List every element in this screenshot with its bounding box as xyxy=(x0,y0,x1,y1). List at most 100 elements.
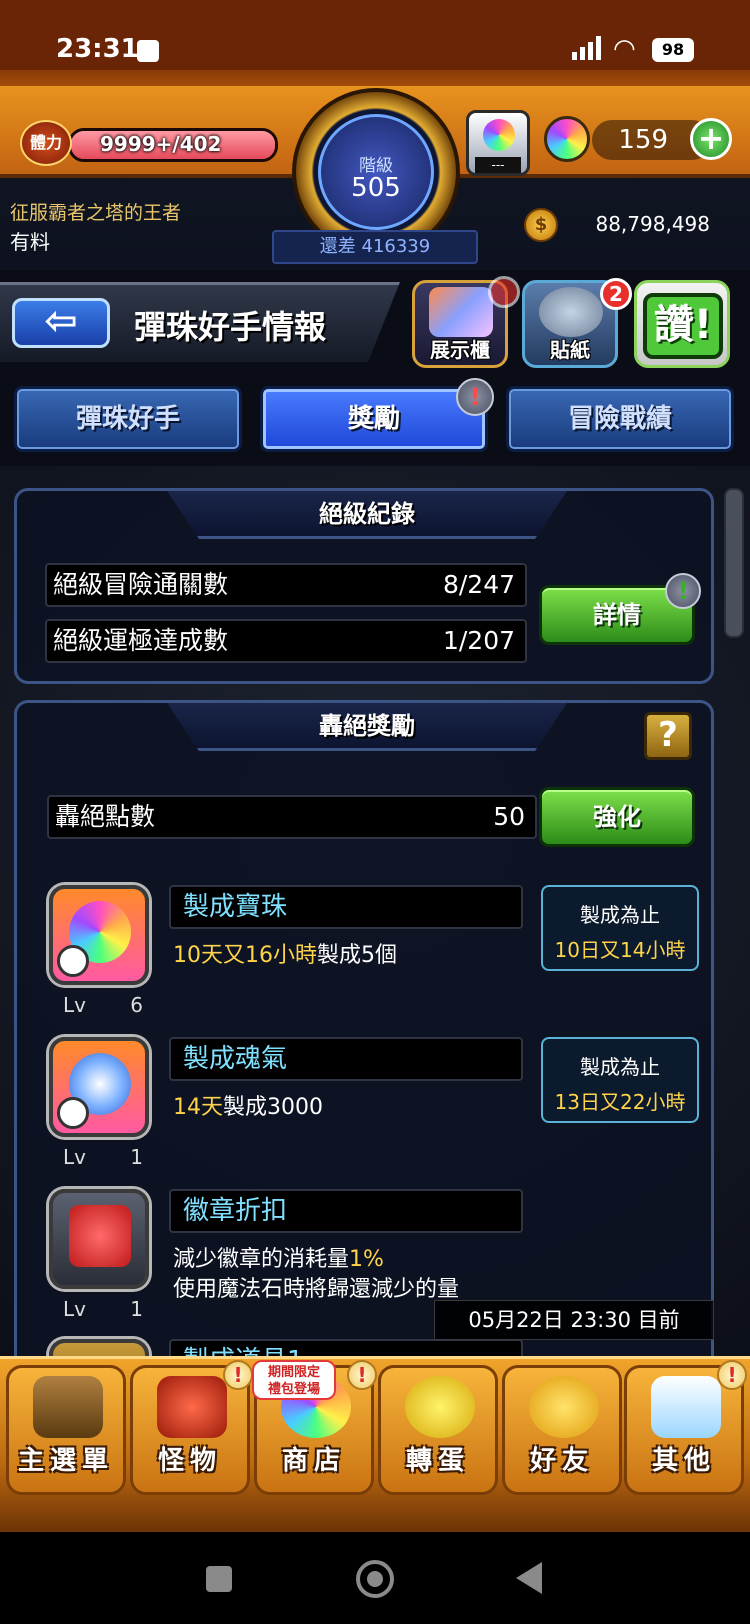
display-cabinet-badge xyxy=(488,276,520,308)
desc-line: 使用魔法石時將歸還減少的量 xyxy=(173,1277,460,1302)
sticker-badge: 2 xyxy=(600,278,632,310)
rank-value: 505 xyxy=(351,173,401,203)
nav-label: 其他 xyxy=(651,1446,716,1476)
nav-main-menu[interactable]: 主選單 xyxy=(6,1365,126,1495)
rewards-title: 轟絕獎勵 xyxy=(167,703,567,751)
scrollbar[interactable] xyxy=(724,488,744,638)
back-nav-button[interactable] xyxy=(516,1562,542,1594)
records-panel: 絕級紀錄 絕級冒險通關數 8/247 絕級運極達成數 1/207 詳情 ! xyxy=(14,488,714,684)
level-value: 1 xyxy=(130,1297,143,1321)
tab-player[interactable]: 彈珠好手 xyxy=(14,386,242,452)
like-label: 讚! xyxy=(643,293,723,359)
reward-level: Lv 1 xyxy=(63,1297,143,1321)
wifi-icon: ◠ xyxy=(613,34,636,64)
tab-rewards[interactable]: 獎勵 xyxy=(260,386,488,452)
monster-icon xyxy=(157,1376,227,1438)
nav-gacha[interactable]: 轉蛋 xyxy=(378,1365,498,1495)
points-label: 轟絕點數 xyxy=(55,802,156,831)
desc-highlight: 10天又16小時 xyxy=(173,943,317,968)
soul-production-icon xyxy=(49,1037,149,1137)
castle-icon xyxy=(33,1376,103,1438)
orb-icon xyxy=(483,119,515,151)
reward-name: 製成寶珠 xyxy=(169,885,523,929)
nav-friends[interactable]: 好友 xyxy=(502,1365,622,1495)
reward-item[interactable]: Lv 6 製成寶珠 10天又16小時製成5個 製成為止 10日又14小時 xyxy=(45,885,705,1025)
alert-icon: ! xyxy=(456,378,494,416)
notification-icon xyxy=(137,40,159,62)
nav-label: 主選單 xyxy=(17,1446,114,1476)
like-button[interactable]: 讚! xyxy=(634,280,730,368)
desc-text: 製成3000 xyxy=(223,1095,323,1120)
system-navigation xyxy=(0,1532,750,1624)
level-label: Lv xyxy=(63,993,86,1017)
nav-label: 怪物 xyxy=(157,1446,222,1476)
title-bar: ⇦ 彈珠好手情報 展示櫃 貼紙 2 讚! xyxy=(0,276,750,374)
nav-label: 好友 xyxy=(529,1446,594,1476)
desc-line: 減少徽章的消耗量1% xyxy=(173,1245,459,1275)
alert-icon: ! xyxy=(347,1360,377,1390)
nav-others[interactable]: 其他 ! xyxy=(624,1360,747,1495)
status-bar: 23:31 ◠ 98 xyxy=(0,0,750,70)
stat-label: 絕級冒險通關數 xyxy=(53,570,229,599)
timer-label: 製成為止 xyxy=(580,1055,660,1079)
desc-text: 減少徽章的消耗量 xyxy=(173,1247,350,1272)
friends-icon xyxy=(529,1376,599,1438)
level-label: Lv xyxy=(63,1297,86,1321)
reward-item[interactable]: Lv 1 製成魂氣 14天製成3000 製成為止 13日又22小時 xyxy=(45,1037,705,1177)
rewards-panel: 轟絕獎勵 轟絕點數 50 強化 Lv 6 製成寶珠 10天又16小時製成5個 製成… xyxy=(14,700,714,1439)
egg-icon xyxy=(405,1376,475,1438)
clock-icon xyxy=(57,1097,89,1129)
stat-row: 絕級冒險通關數 8/247 xyxy=(45,563,527,607)
signal-icon xyxy=(572,36,601,60)
reward-level: Lv 1 xyxy=(63,1145,143,1169)
reward-description: 10天又16小時製成5個 xyxy=(173,941,397,971)
stat-value: 8/247 xyxy=(442,570,515,599)
timer-label: 製成為止 xyxy=(580,903,660,927)
reward-description: 14天製成3000 xyxy=(173,1093,323,1123)
tab-adventure-record[interactable]: 冒險戰績 xyxy=(506,386,734,452)
points-row: 轟絕點數 50 xyxy=(47,795,537,839)
stamina-icon: 體力 xyxy=(20,120,72,166)
details-alert-icon: ! xyxy=(665,573,701,609)
badge-discount-icon xyxy=(49,1189,149,1289)
help-button[interactable]: ? xyxy=(644,712,692,760)
nav-label: 商店 xyxy=(281,1446,346,1476)
home-button[interactable] xyxy=(356,1560,394,1598)
back-arrow-icon: ⇦ xyxy=(44,298,78,344)
alert-icon: ! xyxy=(223,1360,253,1390)
orb-machine-label: --- xyxy=(475,157,521,173)
stamina-meter[interactable]: 體力 9999+/402 xyxy=(20,120,278,166)
coin-balance: 88,798,498 xyxy=(595,212,710,236)
username: 有料 xyxy=(10,230,50,254)
production-timer: 製成為止 13日又22小時 xyxy=(541,1037,699,1123)
level-label: Lv xyxy=(63,1145,86,1169)
nav-label: 轉蛋 xyxy=(405,1446,470,1476)
sticker-label: 貼紙 xyxy=(550,338,590,362)
player-title: 征服霸者之塔的王者 xyxy=(10,202,182,224)
alert-icon: ! xyxy=(717,1360,747,1390)
display-cabinet-label: 展示櫃 xyxy=(430,338,490,362)
records-title: 絕級紀錄 xyxy=(167,491,567,539)
nav-monsters[interactable]: 怪物 ! xyxy=(130,1360,253,1495)
stamina-value: 9999+/402 xyxy=(100,132,222,156)
back-button[interactable]: ⇦ xyxy=(12,298,110,348)
orb-production-icon xyxy=(49,885,149,985)
reward-name: 製成魂氣 xyxy=(169,1037,523,1081)
game-header: 體力 9999+/402 階級 505 --- 159 + 征服霸者之塔的王者 … xyxy=(0,70,750,270)
points-value: 50 xyxy=(493,802,525,831)
display-cabinet-icon xyxy=(429,287,493,337)
timer-value: 10日又14小時 xyxy=(554,938,686,962)
desc-highlight: 14天 xyxy=(173,1095,223,1120)
stat-label: 絕級運極達成數 xyxy=(53,626,229,655)
desc-text: 製成5個 xyxy=(317,943,397,968)
enhance-button[interactable]: 強化 xyxy=(539,787,695,847)
page-title: 彈珠好手情報 xyxy=(134,308,327,346)
exp-to-next-rank: 還差 416339 xyxy=(272,230,478,264)
orb-machine-icon[interactable]: --- xyxy=(466,110,530,176)
dragon-icon xyxy=(539,287,603,337)
reward-level: Lv 6 xyxy=(63,993,143,1017)
rank-inner: 階級 505 xyxy=(318,114,434,230)
recent-apps-button[interactable] xyxy=(206,1566,232,1592)
buy-orbs-button[interactable]: + xyxy=(690,118,732,160)
tab-bar: 彈珠好手 獎勵 冒險戰績 xyxy=(0,384,750,456)
